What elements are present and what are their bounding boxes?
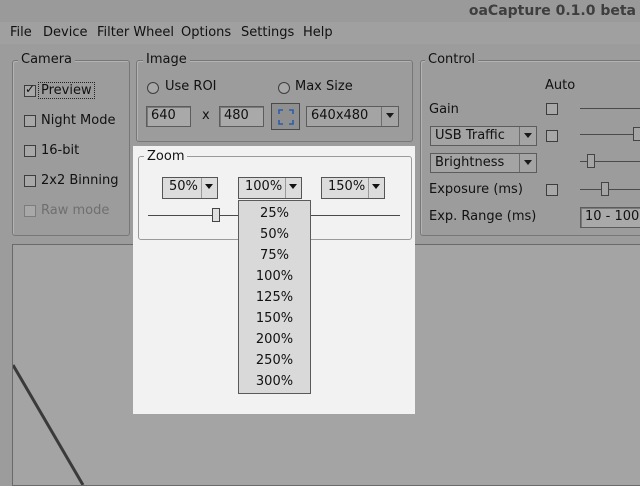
night-mode-checkbox[interactable] [24, 115, 36, 127]
preview-label[interactable]: Preview [38, 82, 95, 99]
roi-x-label: x [202, 108, 210, 123]
chevron-down-icon [201, 178, 217, 198]
night-mode-label[interactable]: Night Mode [41, 113, 115, 128]
usb-traffic-value: USB Traffic [435, 128, 505, 143]
zoom-option[interactable]: 100% [239, 266, 310, 287]
gain-slider[interactable] [580, 108, 640, 109]
roi-width-field[interactable]: 640 [146, 106, 191, 127]
menu-file[interactable]: File [10, 25, 32, 40]
zoom-100-button[interactable]: 100% [238, 177, 302, 199]
zoom-option[interactable]: 200% [239, 329, 310, 350]
usb-traffic-select[interactable]: USB Traffic [430, 126, 537, 146]
exp-range-label: Exp. Range (ms) [429, 209, 537, 224]
camera-group-title: Camera [18, 52, 76, 67]
menu-device[interactable]: Device [43, 25, 87, 40]
usb-traffic-slider-handle[interactable] [633, 127, 640, 141]
zoom-option[interactable]: 125% [239, 287, 310, 308]
zoom-100-label: 100% [245, 179, 283, 194]
zoom-150-label: 150% [328, 179, 366, 194]
chevron-down-icon [368, 178, 384, 198]
chevron-down-icon [519, 154, 536, 172]
16bit-checkbox[interactable] [24, 145, 36, 157]
16bit-label[interactable]: 16-bit [41, 143, 79, 158]
binning-checkbox[interactable] [24, 175, 36, 187]
zoom-option[interactable]: 75% [239, 245, 310, 266]
control-group-title: Control [425, 52, 478, 67]
zoom-group-title: Zoom [144, 149, 188, 164]
window-title: oaCapture 0.1.0 beta [468, 3, 636, 19]
max-size-label[interactable]: Max Size [295, 79, 353, 94]
exposure-label: Exposure (ms) [429, 182, 523, 197]
auto-column-label: Auto [545, 78, 576, 93]
use-roi-label[interactable]: Use ROI [165, 79, 217, 94]
zoom-option[interactable]: 300% [239, 371, 310, 392]
chevron-down-icon [381, 107, 398, 126]
roi-select-button[interactable] [271, 103, 300, 130]
menu-settings[interactable]: Settings [241, 25, 294, 40]
gain-label: Gain [429, 102, 459, 117]
zoom-option[interactable]: 25% [239, 203, 310, 224]
gain-auto-checkbox[interactable] [546, 103, 558, 115]
resolution-value: 640x480 [311, 108, 369, 123]
chevron-down-icon [519, 127, 536, 145]
menu-options[interactable]: Options [181, 25, 231, 40]
exposure-slider[interactable] [580, 189, 640, 190]
exp-range-field[interactable]: 10 - 100 [580, 207, 640, 228]
zoom-dropdown-list: 25% 50% 75% 100% 125% 150% 200% 250% 300% [238, 200, 311, 394]
zoom-150-button[interactable]: 150% [321, 177, 385, 199]
brightness-select[interactable]: Brightness [430, 153, 537, 173]
menu-filter-wheel[interactable]: Filter Wheel [97, 25, 174, 40]
exposure-auto-checkbox[interactable] [546, 184, 558, 196]
menu-help[interactable]: Help [303, 25, 333, 40]
exposure-slider-handle[interactable] [601, 182, 609, 196]
zoom-option[interactable]: 50% [239, 224, 310, 245]
usb-traffic-auto-checkbox[interactable] [546, 130, 558, 142]
zoom-50-label: 50% [169, 179, 198, 194]
roi-height-field[interactable]: 480 [219, 106, 264, 127]
use-roi-radio[interactable] [147, 82, 159, 94]
brightness-slider-handle[interactable] [587, 154, 595, 168]
usb-traffic-slider[interactable] [580, 134, 640, 135]
resolution-select[interactable]: 640x480 [306, 106, 399, 127]
image-group-title: Image [143, 52, 190, 67]
roi-frame-icon [278, 109, 294, 125]
zoom-50-button[interactable]: 50% [162, 177, 218, 199]
zoom-option[interactable]: 250% [239, 350, 310, 371]
zoom-option[interactable]: 150% [239, 308, 310, 329]
chevron-down-icon [285, 178, 301, 198]
zoom-slider-handle[interactable] [212, 208, 220, 222]
max-size-radio[interactable] [278, 82, 290, 94]
binning-label[interactable]: 2x2 Binning [41, 173, 118, 188]
preview-checkbox[interactable] [24, 82, 36, 97]
raw-mode-label: Raw mode [41, 203, 110, 218]
raw-mode-checkbox [24, 205, 36, 217]
brightness-value: Brightness [435, 155, 505, 170]
